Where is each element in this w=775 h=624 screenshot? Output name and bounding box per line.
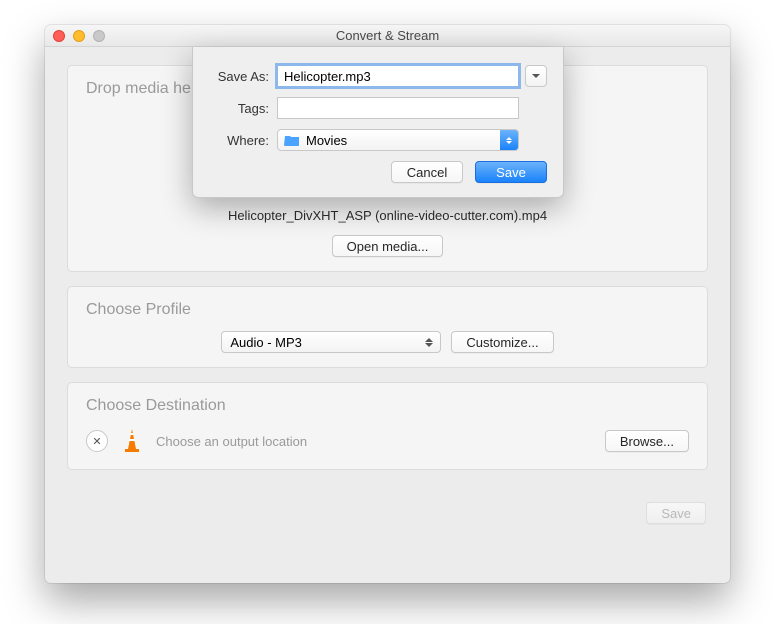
- window-title: Convert & Stream: [336, 28, 439, 43]
- destination-section: Choose Destination ✕ Choose an output lo…: [67, 382, 708, 470]
- profile-heading: Choose Profile: [86, 301, 689, 319]
- tags-label: Tags:: [209, 101, 277, 116]
- profile-select[interactable]: Audio - MP3: [221, 331, 441, 353]
- updown-icon: [422, 334, 436, 350]
- tags-input[interactable]: [277, 97, 519, 119]
- vlc-cone-icon: [120, 427, 144, 455]
- expand-sheet-button[interactable]: [525, 65, 547, 87]
- profile-section: Choose Profile Audio - MP3 Customize...: [67, 286, 708, 368]
- selected-media-filename: Helicopter_DivXHT_ASP (online-video-cutt…: [86, 208, 689, 223]
- save-as-input[interactable]: [277, 65, 519, 87]
- customize-button[interactable]: Customize...: [451, 331, 553, 353]
- close-window-button[interactable]: [53, 30, 65, 42]
- open-media-button[interactable]: Open media...: [332, 235, 444, 257]
- destination-placeholder: Choose an output location: [156, 434, 593, 449]
- profile-select-value: Audio - MP3: [230, 335, 302, 350]
- destination-heading: Choose Destination: [86, 397, 689, 415]
- chevron-down-icon: [532, 74, 540, 78]
- save-as-label: Save As:: [209, 69, 277, 84]
- folder-icon: [284, 134, 300, 146]
- zoom-window-button: [93, 30, 105, 42]
- save-button[interactable]: Save: [475, 161, 547, 183]
- where-select-value: Movies: [306, 133, 347, 148]
- browse-button[interactable]: Browse...: [605, 430, 689, 452]
- traffic-lights: [53, 30, 105, 42]
- save-sheet: Save As: Tags: Where: Movies Cancel Save: [192, 47, 564, 198]
- updown-icon: [500, 130, 518, 150]
- minimize-window-button[interactable]: [73, 30, 85, 42]
- titlebar: Convert & Stream: [45, 25, 730, 47]
- cancel-button[interactable]: Cancel: [391, 161, 463, 183]
- where-label: Where:: [209, 133, 277, 148]
- main-save-button: Save: [646, 502, 706, 524]
- clear-destination-button[interactable]: ✕: [86, 430, 108, 452]
- where-select[interactable]: Movies: [277, 129, 519, 151]
- footer: Save: [45, 502, 730, 530]
